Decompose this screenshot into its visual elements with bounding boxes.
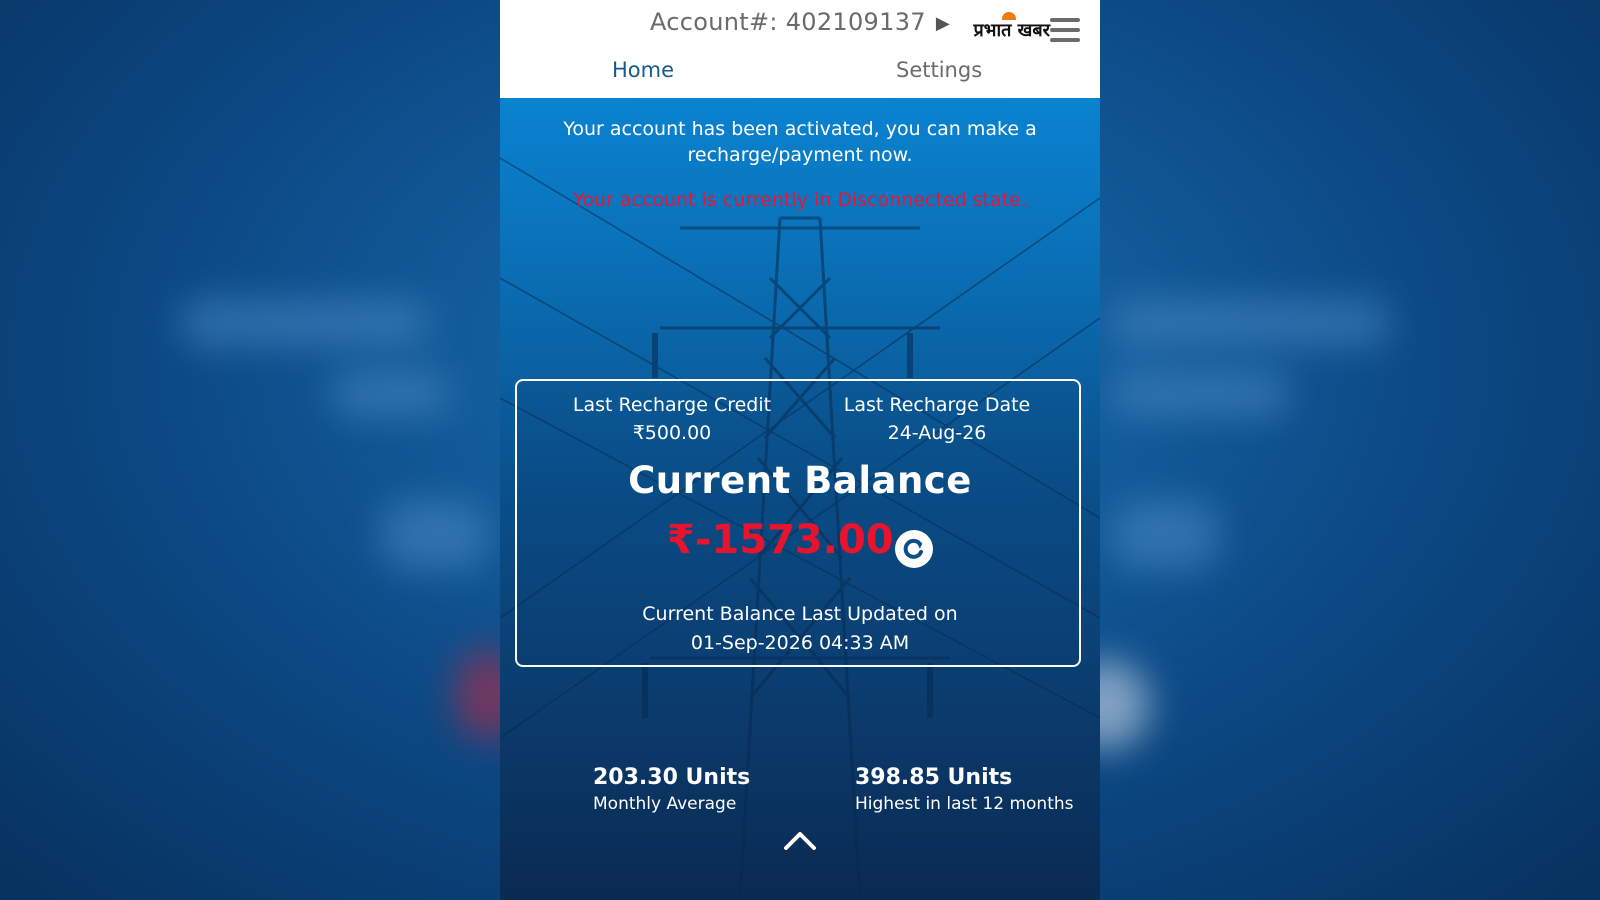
tab-settings[interactable]: Settings (896, 58, 982, 82)
monthly-average-label: Monthly Average (593, 794, 737, 814)
last-recharge-credit-label: Last Recharge Credit (572, 394, 772, 416)
brand-logo: प्रभात खबर (973, 12, 1050, 42)
background-blur (180, 300, 430, 346)
account-number: Account#: 402109137 (649, 8, 926, 36)
current-balance-title: Current Balance (628, 459, 972, 502)
current-balance-amount: ₹-1573.00 (667, 517, 894, 563)
balance-updated-info: Current Balance Last Updated on 01-Sep-2… (517, 600, 1083, 658)
tab-bar: Home Settings (500, 58, 1100, 98)
logo-sun-icon (1001, 12, 1016, 20)
disconnected-alert: Your account is currently in Disconnecte… (573, 189, 1027, 211)
menu-icon[interactable] (1050, 18, 1080, 44)
background-blur (1110, 300, 1390, 346)
app-screen: Account#: 402109137 ▶ प्रभात खबर Home Set… (500, 0, 1100, 900)
highest-usage-stat: 398.85 Units Highest in last 12 months (855, 765, 1074, 814)
activation-notice: Your account has been activated, you can… (563, 118, 1037, 166)
background-blur (1110, 370, 1290, 416)
tab-home[interactable]: Home (612, 58, 674, 82)
background-blur (1110, 500, 1220, 570)
last-recharge-credit: Last Recharge Credit ₹500.00 (542, 391, 802, 447)
background-blur (380, 500, 490, 570)
balance-updated-label: Current Balance Last Updated on (642, 603, 958, 625)
last-recharge-date-label: Last Recharge Date (843, 394, 1031, 416)
last-recharge-date: Last Recharge Date 24-Aug-26 (807, 391, 1067, 447)
caret-right-icon: ▶ (935, 12, 950, 34)
highest-usage-label: Highest in last 12 months (855, 794, 1074, 814)
logo-text: प्रभात खबर (973, 20, 1050, 41)
balance-updated-value: 01-Sep-2026 04:33 AM (690, 632, 910, 654)
last-recharge-date-value: 24-Aug-26 (887, 422, 987, 444)
background-blur (330, 370, 450, 416)
monthly-average-value: 203.30 Units (593, 765, 751, 790)
last-recharge-credit-value: ₹500.00 (632, 422, 712, 444)
header: Account#: 402109137 ▶ प्रभात खबर Home Set… (500, 0, 1100, 98)
refresh-icon[interactable] (895, 530, 933, 568)
monthly-average-stat: 203.30 Units Monthly Average (593, 765, 750, 814)
chevron-up-icon[interactable] (782, 828, 818, 852)
balance-card: Last Recharge Credit ₹500.00 Last Rechar… (515, 379, 1081, 667)
highest-usage-value: 398.85 Units (855, 765, 1013, 790)
